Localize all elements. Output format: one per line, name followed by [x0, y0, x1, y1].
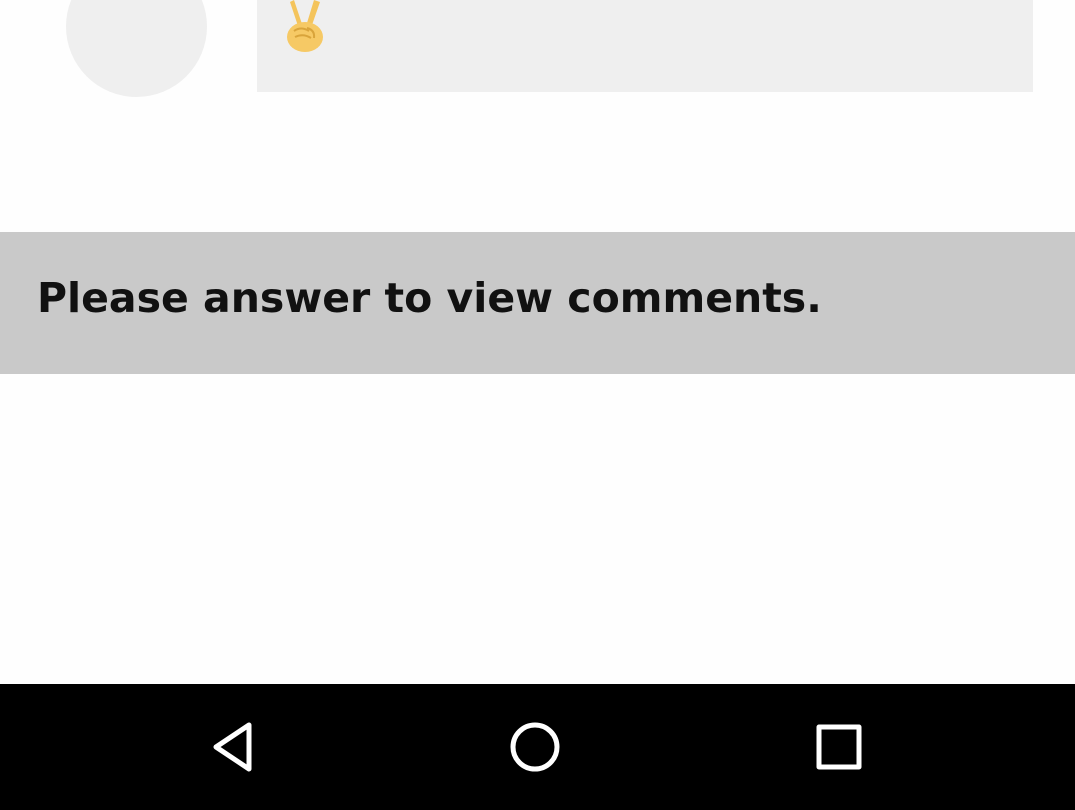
victory-hand-icon	[281, 0, 327, 52]
answer-bubble	[257, 0, 1033, 92]
system-navigation-bar	[0, 684, 1075, 810]
comments-gate-message: Please answer to view comments.	[37, 274, 822, 322]
home-circle-icon	[510, 722, 560, 772]
screen: Please answer to view comments.	[0, 0, 1075, 810]
nav-recents-button[interactable]	[764, 684, 914, 810]
nav-back-button[interactable]	[158, 684, 308, 810]
recents-square-icon	[816, 724, 862, 770]
nav-home-button[interactable]	[460, 684, 610, 810]
back-triangle-icon	[213, 722, 252, 772]
avatar	[66, 0, 207, 97]
